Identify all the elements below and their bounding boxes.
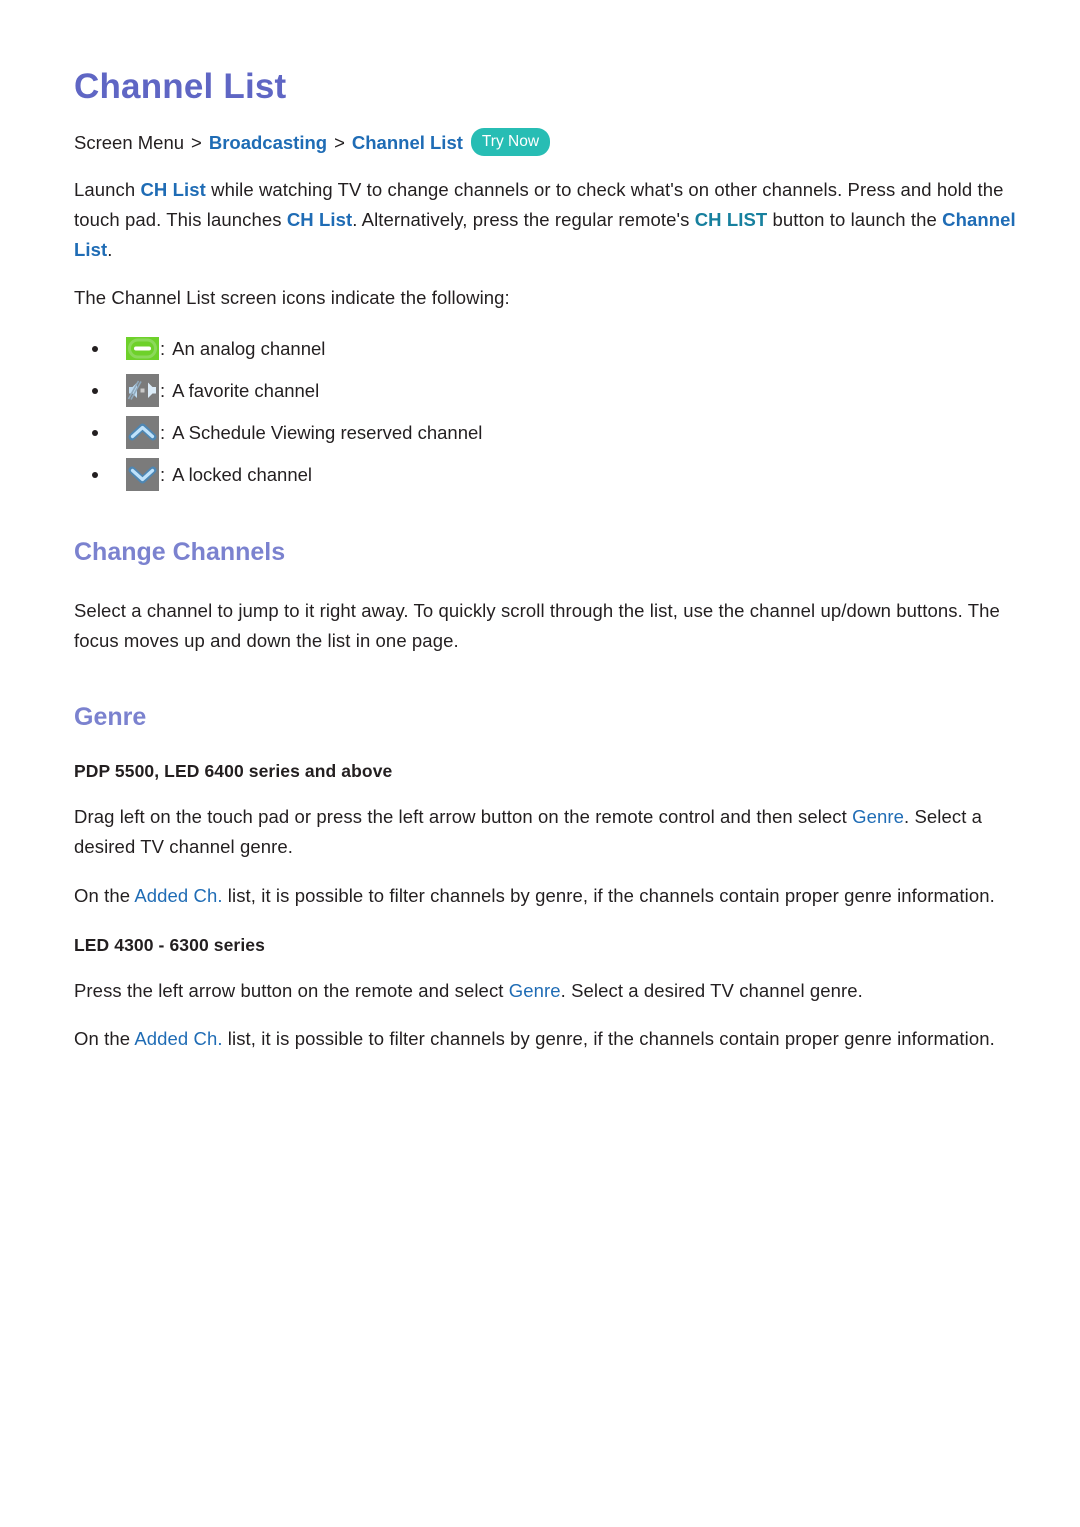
schedule-viewing-icon [126, 416, 159, 450]
legend-separator: : [160, 421, 166, 443]
genre-text-1: Drag left on the touch pad or press the … [74, 806, 853, 828]
section-heading-genre: Genre [74, 702, 147, 731]
genre-text-6: . Select a desired TV channel genre. [560, 979, 863, 1001]
page-bottom-spacer [74, 1072, 1018, 1073]
icons-intro-paragraph: The Channel List screen icons indicate t… [74, 287, 510, 309]
bullet-dot-icon [92, 471, 98, 478]
intro-link-ch-list-uppercase[interactable]: CH LIST [695, 209, 768, 230]
legend-separator: : [160, 337, 166, 359]
genre-text-8: list, it is possible to filter channels … [222, 1027, 995, 1049]
locked-channel-icon [126, 458, 159, 492]
list-item: : An analog channel [74, 332, 1018, 366]
legend-label-favorite: A favorite channel [172, 379, 320, 401]
page-title: Channel List [74, 67, 287, 106]
breadcrumb-link-broadcasting[interactable]: Broadcasting [209, 129, 327, 157]
genre-subheading-pdp-led: PDP 5500, LED 6400 series and above [74, 761, 393, 782]
legend-separator: : [160, 463, 166, 485]
genre-link-added-ch-1[interactable]: Added Ch. [134, 885, 222, 906]
genre-subheading-led-series: LED 4300 - 6300 series [74, 934, 265, 955]
legend-label-schedule: A Schedule Viewing reserved channel [172, 421, 483, 443]
genre-text-5: Press the left arrow button on the remot… [74, 979, 509, 1001]
analog-channel-icon [126, 332, 159, 365]
list-item: : A favorite channel [74, 374, 1018, 408]
breadcrumb: Screen Menu > Broadcasting > Channel Lis… [74, 127, 1018, 158]
breadcrumb-link-channel-list[interactable]: Channel List [352, 129, 463, 157]
intro-link-ch-list-1[interactable]: CH List [140, 179, 205, 200]
legend-separator: : [160, 379, 166, 401]
change-channels-paragraph: Select a channel to jump to it right awa… [74, 600, 1000, 652]
legend-label-locked: A locked channel [172, 463, 313, 485]
breadcrumb-root: Screen Menu [74, 131, 185, 153]
bullet-dot-icon [92, 387, 98, 394]
legend-label-analog: An analog channel [172, 337, 326, 359]
channel-icon-legend-list: : An analog channel: A favorite channel… [74, 332, 1018, 492]
try-now-badge[interactable]: Try Now [470, 127, 551, 156]
bullet-dot-icon [92, 429, 98, 436]
genre-paragraph-1: Drag left on the touch pad or press the … [74, 802, 1018, 862]
genre-link-genre-2[interactable]: Genre [509, 980, 561, 1001]
intro-text-1: Launch [74, 179, 141, 200]
genre-text-4: list, it is possible to filter channels … [222, 884, 995, 906]
breadcrumb-separator-1: > [191, 131, 202, 153]
document-page: Channel List Screen Menu > Broadcasting … [0, 0, 1080, 1527]
genre-paragraph-3: Press the left arrow button on the remot… [74, 976, 1018, 1006]
intro-text-3: . Alternatively, press the regular remot… [352, 209, 695, 231]
genre-link-genre-1[interactable]: Genre [852, 806, 904, 827]
section-heading-change-channels: Change Channels [74, 537, 286, 566]
genre-paragraph-2: On the Added Ch. list, it is possible to… [74, 881, 1018, 911]
genre-link-added-ch-2[interactable]: Added Ch. [134, 1028, 222, 1049]
genre-text-7: On the [74, 1027, 135, 1049]
intro-text-4: button to launch the [767, 209, 943, 231]
genre-paragraph-4: On the Added Ch. list, it is possible to… [74, 1024, 1018, 1054]
breadcrumb-separator-2: > [334, 131, 345, 153]
intro-paragraph: Launch CH List while watching TV to chan… [74, 175, 1018, 265]
bullet-dot-icon [92, 345, 98, 352]
favorite-channel-icon [126, 374, 159, 408]
genre-text-3: On the [74, 884, 135, 906]
list-item: : A Schedule Viewing reserved channel [74, 416, 1018, 450]
intro-link-ch-list-2[interactable]: CH List [287, 209, 352, 230]
list-item: : A locked channel [74, 458, 1018, 492]
intro-text-5: . [107, 239, 113, 261]
